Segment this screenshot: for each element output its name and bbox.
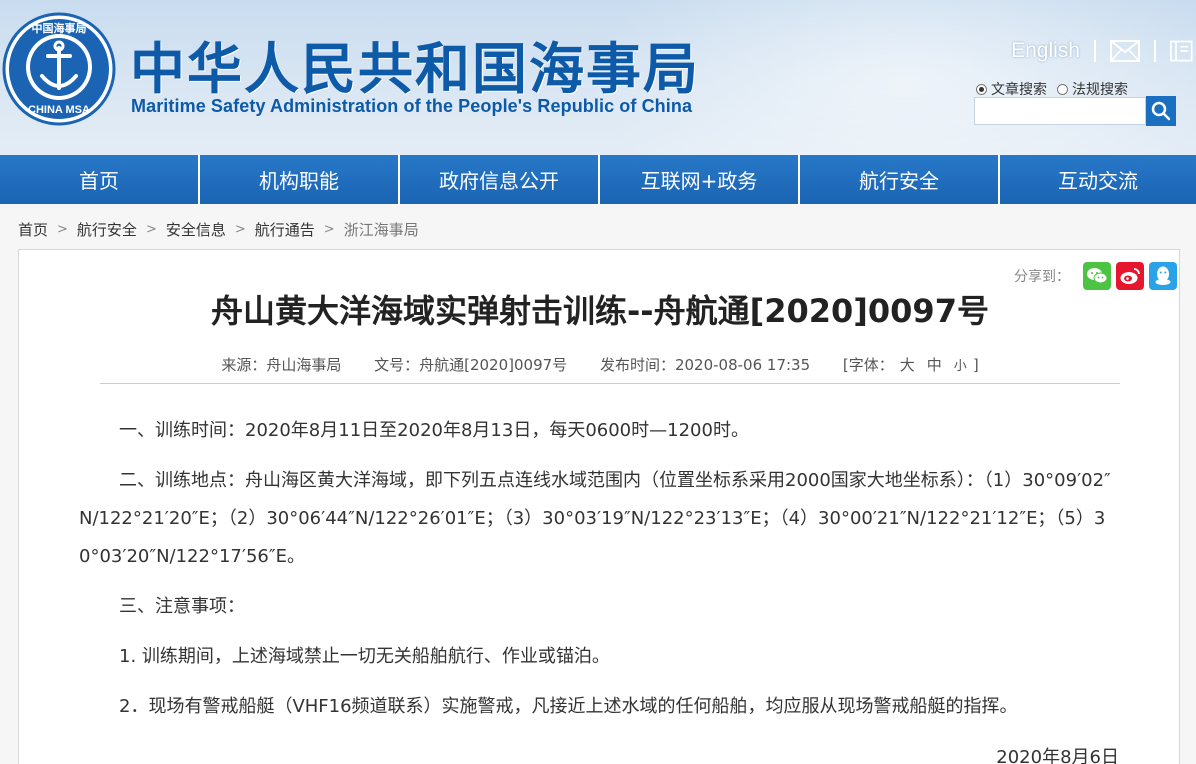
search-icon — [1151, 101, 1171, 121]
article-paragraph: 一、训练时间：2020年8月11日至2020年8月13日，每天0600时—120… — [119, 420, 749, 441]
font-size-close: ] — [972, 356, 979, 374]
font-size-label: [字体： — [842, 356, 894, 374]
nav-item-navigation-safety[interactable]: 航行安全 — [800, 155, 1000, 204]
english-link[interactable]: English — [1011, 39, 1080, 63]
breadcrumb-arrow-icon: > — [57, 221, 68, 237]
weibo-icon — [1120, 268, 1140, 284]
breadcrumb-arrow-icon: > — [234, 221, 246, 237]
nav-item-internet-gov[interactable]: 互联网+政务 — [600, 155, 800, 204]
article-date: 2020年8月6日 — [996, 747, 1119, 764]
font-size-medium[interactable]: 中 — [927, 356, 942, 374]
share-label: 分享到： — [1014, 269, 1070, 285]
divider — [100, 383, 1120, 384]
search-option-article[interactable]: 文章搜索 — [976, 79, 1047, 99]
breadcrumb-item-zhejiang[interactable]: 浙江海事局 — [344, 219, 419, 240]
search-button[interactable] — [1146, 96, 1176, 126]
mail-icon[interactable] — [1110, 40, 1140, 62]
nav-item-home[interactable]: 首页 — [0, 155, 200, 204]
article-doc-number: 文号：舟航通[2020]0097号 — [374, 356, 568, 374]
separator — [1094, 40, 1096, 62]
search-option-label: 文章搜索 — [991, 82, 1047, 98]
font-size-selector: [字体： 大中小] — [843, 356, 979, 374]
nav-item-gov-info[interactable]: 政府信息公开 — [400, 155, 600, 204]
radio-icon[interactable] — [1057, 83, 1068, 95]
article-paragraph: 1. 训练期间，上述海域禁止一切无关船舶航行、作业或锚泊。 — [119, 646, 610, 667]
article-panel: 分享到： 舟山黄大洋海域实弹射击训练--舟航通[2020]0097号 来源：舟山… — [18, 249, 1180, 764]
nav-item-interaction[interactable]: 互动交流 — [1000, 155, 1196, 204]
breadcrumb: 首页 > 航行安全 > 安全信息 > 航行通告 > 浙江海事局 — [18, 218, 419, 240]
separator — [1154, 40, 1156, 62]
breadcrumb-arrow-icon: > — [323, 221, 335, 237]
site-header: 中国海事局 CHINA MSA 中华人民共和国海事局 Maritime Safe… — [0, 0, 1196, 155]
search-input[interactable] — [974, 97, 1146, 125]
search-type-selector: 文章搜索 法规搜索 — [976, 79, 1138, 99]
qq-icon — [1155, 266, 1171, 285]
radio-icon[interactable] — [976, 83, 987, 95]
article-title: 舟山黄大洋海域实弹射击训练--舟航通[2020]0097号 — [211, 292, 989, 330]
font-size-small[interactable]: 小 — [954, 359, 967, 374]
msa-logo[interactable]: 中国海事局 CHINA MSA — [2, 12, 116, 126]
breadcrumb-arrow-icon: > — [145, 221, 157, 237]
site-title-en: Maritime Safety Administration of the Pe… — [131, 96, 693, 116]
breadcrumb-item-navigation-safety[interactable]: 航行安全 — [77, 219, 137, 240]
article-paragraph: 2．现场有警戒船艇（VHF16频道联系）实施警戒，凡接近上述水域的任何船舶，均应… — [119, 696, 1018, 717]
article-meta: 来源：舟山海事局 文号：舟航通[2020]0097号 发布时间：2020-08-… — [19, 354, 1181, 375]
logo-text-top: 中国海事局 — [32, 21, 87, 35]
main-nav: 首页 机构职能 政府信息公开 互联网+政务 航行安全 互动交流 — [0, 155, 1196, 204]
article-publish-time: 发布时间：2020-08-06 17:35 — [599, 356, 811, 374]
site-title-cn: 中华人民共和国海事局 — [130, 37, 701, 101]
breadcrumb-item-home[interactable]: 首页 — [18, 219, 48, 240]
nav-item-functions[interactable]: 机构职能 — [200, 155, 400, 204]
font-size-large[interactable]: 大 — [900, 356, 915, 374]
top-links: English — [1011, 36, 1196, 66]
article-source: 来源：舟山海事局 — [221, 356, 342, 374]
article-body: 一、训练时间：2020年8月11日至2020年8月13日，每天0600时—120… — [79, 412, 1125, 738]
article-paragraph: 三、注意事项： — [119, 596, 245, 617]
search-option-law[interactable]: 法规搜索 — [1057, 79, 1128, 99]
book-icon[interactable] — [1170, 38, 1196, 64]
breadcrumb-item-safety-info[interactable]: 安全信息 — [166, 219, 226, 240]
wechat-icon — [1087, 268, 1108, 284]
search-option-label: 法规搜索 — [1072, 82, 1128, 98]
article-paragraph: 二、训练地点：舟山海区黄大洋海域，即下列五点连线水域范围内（位置坐标系采用200… — [79, 470, 1111, 567]
logo-text-bottom: CHINA MSA — [28, 104, 90, 116]
breadcrumb-item-notices[interactable]: 航行通告 — [255, 219, 315, 240]
